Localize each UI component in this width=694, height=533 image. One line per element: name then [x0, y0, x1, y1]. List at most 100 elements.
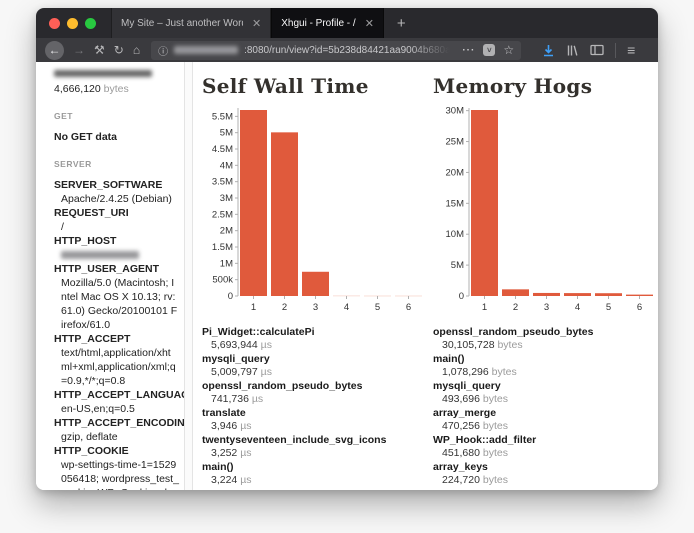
function-value: 451,680 bytes	[433, 447, 654, 460]
tab-2[interactable]: Xhgui - Profile - / ✕	[271, 8, 384, 38]
tab-1[interactable]: My Site – Just another WordPress s✕	[111, 8, 271, 38]
bar[interactable]	[595, 293, 622, 296]
memory-total: 4,666,120 bytes	[54, 82, 179, 96]
bookmark-star-icon[interactable]: ☆	[503, 43, 514, 57]
library-icon[interactable]	[566, 44, 579, 57]
function-link[interactable]: array_merge	[433, 407, 654, 420]
back-icon[interactable]: ←	[45, 41, 64, 60]
function-value-unit: µs	[240, 474, 251, 486]
sidebar-toggle-icon[interactable]	[590, 44, 604, 56]
nav-toolbar: ← → ⚒ ↻ ⌂ ⓘ :8080/run/view?id=5b238d8442…	[36, 38, 658, 62]
bar[interactable]	[502, 289, 529, 296]
tab-close-icon[interactable]: ✕	[252, 17, 261, 30]
svg-text:5M: 5M	[220, 128, 233, 139]
function-value: 1,078,296 bytes	[433, 366, 654, 379]
svg-text:1: 1	[251, 302, 256, 313]
list-item: twentyseventeen_include_svg_icons3,252 µ…	[202, 434, 423, 460]
function-value: 3,946 µs	[202, 420, 423, 433]
svg-text:6: 6	[637, 302, 642, 313]
function-value-unit: µs	[261, 366, 272, 378]
function-value-number: 5,009,797	[211, 366, 261, 378]
bar[interactable]	[564, 293, 591, 296]
function-link[interactable]: translate	[202, 407, 423, 420]
bar[interactable]	[240, 110, 267, 296]
redacted-value	[61, 251, 139, 259]
function-link[interactable]: mysqli_query	[202, 353, 423, 366]
function-value: 30,105,728 bytes	[433, 339, 654, 352]
browser-window: My Site – Just another WordPress s✕Xhgui…	[36, 8, 658, 490]
tab-close-icon[interactable]: ✕	[365, 17, 374, 30]
function-value-unit: bytes	[497, 339, 522, 351]
list-item: Pi_Widget::calculatePi5,693,944 µs	[202, 326, 423, 352]
site-info-icon[interactable]: ⓘ	[158, 43, 168, 58]
sidebar-entry-name: HTTP_COOKIE	[54, 444, 179, 458]
tab-strip: My Site – Just another WordPress s✕Xhgui…	[111, 8, 384, 38]
svg-text:25M: 25M	[446, 137, 465, 148]
bar[interactable]	[471, 110, 498, 296]
sidebar-entry-name: HTTP_ACCEPT_ENCODING	[54, 416, 179, 430]
list-item: main()3,224 µs	[202, 461, 423, 487]
list-item: main()1,078,296 bytes	[433, 353, 654, 379]
page-actions-icon[interactable]: ···	[462, 45, 475, 56]
function-link[interactable]: mysqli_query	[433, 380, 654, 393]
svg-text:2: 2	[513, 302, 518, 313]
chart-section-2: Memory Hogs05M10M15M20M25M30M123456opens…	[433, 72, 654, 490]
zoom-window-icon[interactable]	[85, 18, 96, 29]
profile-sidebar: 4,666,120 bytes GETNo GET dataSERVERSERV…	[36, 62, 184, 490]
sidebar-entry-name: No GET data	[54, 130, 179, 144]
function-link[interactable]: main()	[202, 461, 423, 474]
sidebar-section-header: SERVER	[54, 157, 179, 171]
function-link[interactable]: WP_Hook::add_filter	[433, 434, 654, 447]
traffic-lights	[36, 8, 111, 38]
function-value: 493,696 bytes	[433, 393, 654, 406]
function-link[interactable]: twentyseventeen_include_svg_icons	[202, 434, 423, 447]
function-link[interactable]: main()	[433, 353, 654, 366]
download-icon[interactable]	[542, 44, 555, 57]
function-link[interactable]: openssl_random_pseudo_bytes	[433, 326, 654, 339]
function-value-number: 3,252	[211, 447, 240, 459]
function-link[interactable]: Pi_Widget::calculatePi	[202, 326, 423, 339]
reload-icon[interactable]: ↻	[114, 44, 124, 56]
function-link[interactable]: array_keys	[433, 461, 654, 474]
function-value-number: 5,693,944	[211, 339, 261, 351]
close-window-icon[interactable]	[49, 18, 60, 29]
new-tab-button[interactable]: +	[384, 8, 419, 38]
list-item: openssl_random_pseudo_bytes741,736 µs	[202, 380, 423, 406]
function-value-unit: bytes	[483, 393, 508, 405]
forward-icon[interactable]: →	[73, 44, 85, 56]
pocket-icon[interactable]: ˅	[483, 44, 495, 56]
bar[interactable]	[271, 132, 298, 296]
function-link[interactable]: openssl_random_pseudo_bytes	[202, 380, 423, 393]
function-value-number: 470,256	[442, 420, 483, 432]
memory-total-unit: bytes	[104, 83, 129, 95]
svg-text:2.5M: 2.5M	[212, 209, 233, 220]
sidebar-entry-name: HTTP_USER_AGENT	[54, 262, 179, 276]
sidebar-entry-value: gzip, deflate	[54, 430, 179, 444]
home-icon[interactable]: ⌂	[133, 44, 140, 56]
function-value-unit: µs	[240, 420, 251, 432]
function-value-number: 3,224	[211, 474, 240, 486]
wrench-icon[interactable]: ⚒	[94, 44, 105, 56]
page-content: 4,666,120 bytes GETNo GET dataSERVERSERV…	[36, 62, 658, 490]
sidebar-entry-name: REQUEST_URI	[54, 206, 179, 220]
chart-title: Self Wall Time	[202, 74, 423, 98]
sidebar-entry-name: HTTP_ACCEPT	[54, 332, 179, 346]
function-list: openssl_random_pseudo_bytes30,105,728 by…	[433, 326, 654, 487]
sidebar-entry-value: wp-settings-time-1=1529056418; wordpress…	[54, 458, 179, 490]
sidebar-scrollbar[interactable]	[184, 62, 193, 490]
minimize-window-icon[interactable]	[67, 18, 78, 29]
function-value: 3,224 µs	[202, 474, 423, 487]
svg-text:6: 6	[406, 302, 411, 313]
bar[interactable]	[626, 295, 653, 296]
url-bar[interactable]: ⓘ :8080/run/view?id=5b238d84421aa9004b68…	[151, 41, 521, 60]
tab-bar: My Site – Just another WordPress s✕Xhgui…	[36, 8, 658, 38]
menu-icon[interactable]: ≡	[627, 42, 635, 58]
sidebar-section-header: GET	[54, 109, 179, 123]
function-value: 224,720 bytes	[433, 474, 654, 487]
function-value: 470,256 bytes	[433, 420, 654, 433]
tab-title: Xhgui - Profile - /	[281, 18, 355, 29]
bar[interactable]	[533, 293, 560, 296]
svg-text:3.5M: 3.5M	[212, 177, 233, 188]
bar[interactable]	[302, 272, 329, 296]
list-item: openssl_random_pseudo_bytes30,105,728 by…	[433, 326, 654, 352]
